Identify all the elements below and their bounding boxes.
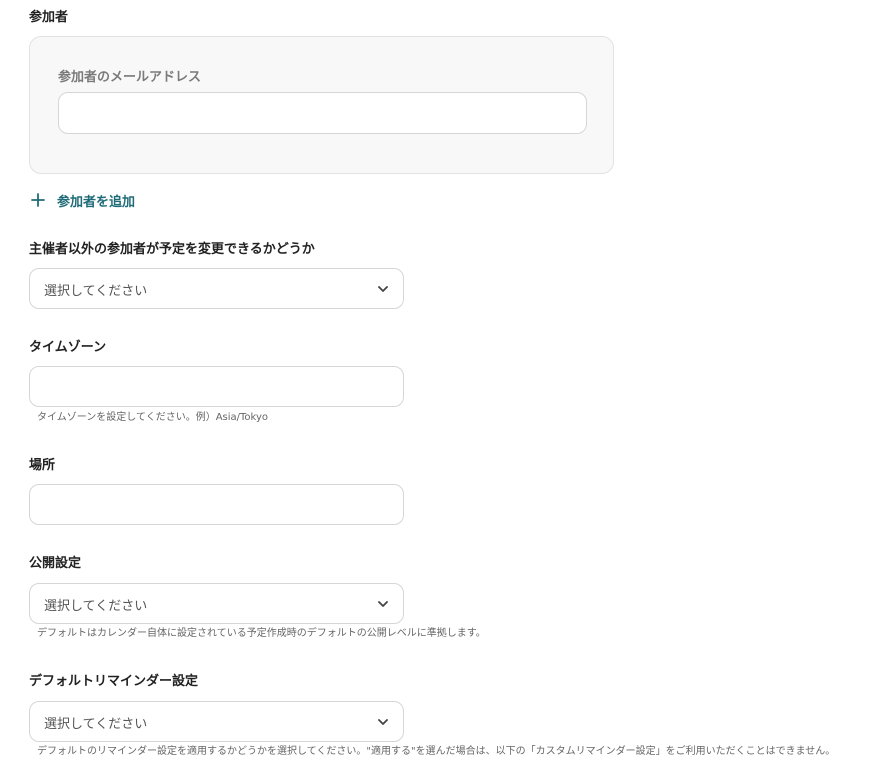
guests-can-modify-value: 選択してください: [44, 284, 148, 299]
attendee-email-input[interactable]: [58, 92, 587, 134]
default-reminder-label: デフォルトリマインダー設定: [29, 674, 199, 689]
add-attendee-label: 参加者を追加: [57, 194, 136, 210]
timezone-input[interactable]: [29, 366, 404, 407]
plus-icon: [31, 193, 45, 207]
location-input[interactable]: [29, 484, 404, 525]
add-attendee-button[interactable]: 参加者を追加: [31, 191, 136, 210]
default-reminder-select[interactable]: 選択してください: [29, 701, 404, 742]
visibility-select[interactable]: 選択してください: [29, 583, 404, 624]
chevron-down-icon: [378, 601, 388, 607]
attendee-box: 参加者のメールアドレス: [29, 36, 614, 174]
default-reminder-value: 選択してください: [44, 717, 148, 732]
attendee-email-label: 参加者のメールアドレス: [58, 70, 202, 85]
location-label: 場所: [29, 458, 56, 473]
timezone-help-text: タイムゾーンを設定してください。例）Asia/Tokyo: [37, 412, 269, 423]
visibility-value: 選択してください: [44, 599, 148, 614]
chevron-down-icon: [378, 719, 388, 725]
attendees-section-label: 参加者: [29, 10, 69, 25]
visibility-help-text: デフォルトはカレンダー自体に設定されている予定作成時のデフォルトの公開レベルに準…: [37, 628, 486, 639]
guests-can-modify-select[interactable]: 選択してください: [29, 268, 404, 309]
chevron-down-icon: [378, 286, 388, 292]
visibility-label: 公開設定: [29, 556, 82, 571]
guests-can-modify-label: 主催者以外の参加者が予定を変更できるかどうか: [29, 242, 315, 257]
default-reminder-help-text: デフォルトのリマインダー設定を適用するかどうかを選択してください。"適用する"を…: [37, 746, 836, 757]
timezone-label: タイムゾーン: [29, 340, 107, 355]
